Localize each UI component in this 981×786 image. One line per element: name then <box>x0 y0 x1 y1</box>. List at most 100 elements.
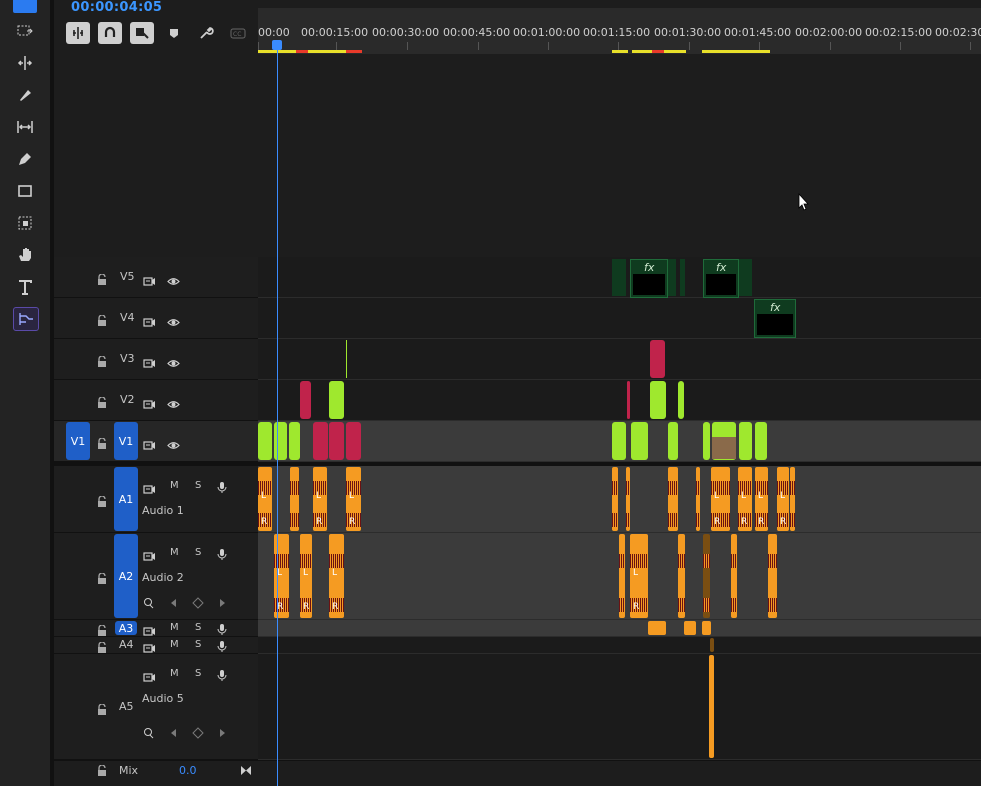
track-target-a1[interactable]: A1 <box>114 467 138 531</box>
audio-clip[interactable]: LR <box>346 467 361 531</box>
sync-lock-icon[interactable] <box>143 622 156 636</box>
lane-a1[interactable] <box>258 466 981 533</box>
video-clip[interactable] <box>678 381 684 419</box>
track-label-a5[interactable]: A5 <box>119 700 134 713</box>
video-clip[interactable] <box>680 259 685 296</box>
video-clip[interactable] <box>274 422 287 460</box>
audio-clip[interactable] <box>290 467 299 531</box>
track-target-v1[interactable]: V1 <box>114 422 138 460</box>
toggle-output-eye-icon[interactable] <box>167 313 180 326</box>
slip-icon[interactable] <box>13 116 37 138</box>
lock-icon[interactable] <box>97 435 108 449</box>
track-target-a3[interactable]: A3 <box>115 621 137 635</box>
fx-clip[interactable]: fx <box>703 259 739 298</box>
mute-button[interactable]: M <box>170 547 179 558</box>
solo-button[interactable]: S <box>195 639 201 650</box>
track-label-v2[interactable]: V2 <box>120 393 135 406</box>
video-clip[interactable] <box>739 259 752 296</box>
fx-clip[interactable]: fx <box>754 299 796 338</box>
voiceover-mic-icon[interactable] <box>217 546 230 560</box>
mix-lock-icon[interactable] <box>97 765 107 777</box>
audio-clip[interactable] <box>768 534 777 618</box>
audio-clip[interactable]: LR <box>738 467 752 531</box>
lock-icon[interactable] <box>97 701 108 715</box>
lane-v3[interactable] <box>258 339 981 380</box>
video-clip[interactable] <box>289 422 300 460</box>
audio-clip[interactable] <box>612 467 618 531</box>
lock-icon[interactable] <box>97 353 108 367</box>
sync-lock-icon[interactable] <box>143 639 156 653</box>
video-clip[interactable] <box>258 422 272 460</box>
track-label-v5[interactable]: V5 <box>120 270 135 283</box>
lane-a5[interactable] <box>258 654 981 760</box>
fx-clip[interactable]: fx <box>630 259 668 298</box>
audio-clip[interactable] <box>678 534 685 618</box>
selection-tool-icon[interactable] <box>13 0 37 16</box>
video-clip[interactable] <box>346 422 361 460</box>
audio-clip[interactable]: LR <box>300 534 312 618</box>
track-name-a5[interactable]: Audio 5 <box>142 692 184 705</box>
mute-button[interactable]: M <box>170 668 179 679</box>
audio-clip[interactable]: LR <box>777 467 789 531</box>
pen-icon[interactable] <box>13 148 37 170</box>
audio-clip[interactable] <box>626 467 630 531</box>
mute-button[interactable]: M <box>170 639 179 650</box>
playhead-timecode[interactable]: 00:00:04:05 <box>71 0 162 15</box>
audio-clip[interactable] <box>648 621 666 635</box>
add-marker-icon[interactable] <box>162 22 186 44</box>
toggle-output-eye-icon[interactable] <box>167 272 180 285</box>
sync-lock-icon[interactable] <box>143 313 156 327</box>
sync-lock-icon[interactable] <box>143 480 156 494</box>
video-clip[interactable] <box>612 422 626 460</box>
audio-clip[interactable]: LR <box>755 467 768 531</box>
lane-a3[interactable] <box>258 620 981 637</box>
video-clip[interactable] <box>313 422 328 460</box>
mix-end-icon[interactable] <box>240 765 252 776</box>
rectangle-icon[interactable] <box>13 180 37 202</box>
lane-v2[interactable] <box>258 380 981 421</box>
video-clip[interactable] <box>346 340 347 378</box>
source-patch-v1[interactable]: V1 <box>66 422 90 460</box>
sync-lock-icon[interactable] <box>143 436 156 450</box>
toggle-output-eye-icon[interactable] <box>167 395 180 408</box>
audio-clip[interactable] <box>668 467 678 531</box>
solo-button[interactable]: S <box>195 480 201 491</box>
sync-lock-icon[interactable] <box>143 395 156 409</box>
remix-tool-icon[interactable] <box>13 307 39 331</box>
audio-clip[interactable] <box>619 534 625 618</box>
hand-icon[interactable] <box>13 244 37 266</box>
lock-icon[interactable] <box>97 394 108 408</box>
razor-icon[interactable] <box>13 84 37 106</box>
lock-icon[interactable] <box>97 639 108 653</box>
audio-clip[interactable] <box>731 534 737 618</box>
track-target-a2[interactable]: A2 <box>114 534 138 618</box>
lock-icon[interactable] <box>97 570 108 584</box>
playhead-line[interactable] <box>277 40 278 786</box>
mute-button[interactable]: M <box>170 480 179 491</box>
audio-clip[interactable] <box>702 621 711 635</box>
track-select-forward-icon[interactable] <box>13 20 37 42</box>
solo-button[interactable]: S <box>195 668 201 679</box>
toggle-output-eye-icon[interactable] <box>167 436 180 449</box>
video-clip[interactable] <box>300 381 311 419</box>
video-clip[interactable] <box>612 259 626 296</box>
audio-clip[interactable] <box>709 655 714 758</box>
track-label-a4[interactable]: A4 <box>119 638 134 651</box>
video-clip[interactable] <box>329 381 344 419</box>
type-icon[interactable] <box>13 276 37 298</box>
sync-lock-icon[interactable] <box>143 668 156 682</box>
mix-volume-value[interactable]: 0.0 <box>179 764 197 777</box>
voiceover-mic-icon[interactable] <box>217 667 230 681</box>
sync-lock-icon[interactable] <box>143 272 156 286</box>
video-clip[interactable] <box>668 259 676 296</box>
audio-clip[interactable] <box>684 621 696 635</box>
video-clip[interactable] <box>739 422 752 460</box>
mute-button[interactable]: M <box>170 622 179 633</box>
video-clip[interactable] <box>755 422 767 460</box>
video-clip[interactable] <box>329 422 344 460</box>
audio-clip[interactable] <box>703 534 710 618</box>
solo-button[interactable]: S <box>195 622 201 633</box>
audio-clip[interactable]: LR <box>258 467 272 531</box>
video-clip[interactable] <box>650 340 665 378</box>
lane-v4[interactable] <box>258 298 981 339</box>
